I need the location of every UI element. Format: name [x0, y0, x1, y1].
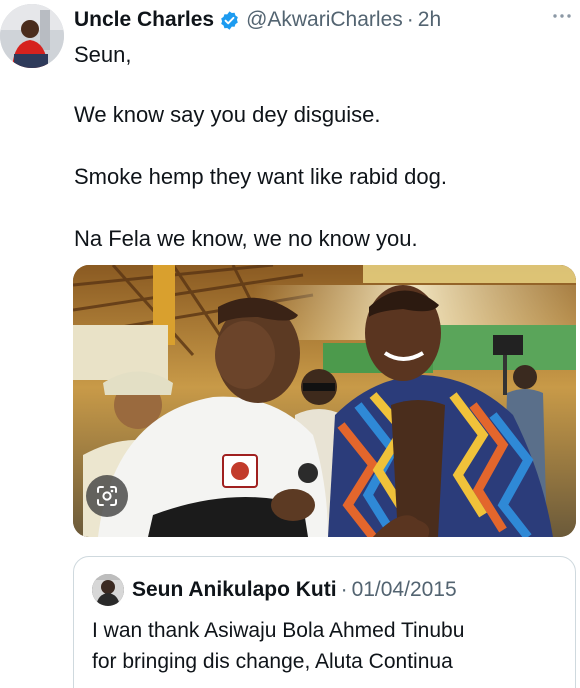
tweet-photo[interactable] [73, 265, 576, 537]
quoted-tweet-text-line: I wan thank Asiwaju Bola Ahmed Tinubu [92, 619, 465, 642]
quoted-tweet-header: Seun Anikulapo Kuti · 01/04/2015 [92, 573, 457, 607]
quoted-tweet-text: I wan thank Asiwaju Bola Ahmed Tinubu fo… [92, 615, 562, 677]
author-avatar[interactable] [0, 4, 64, 68]
tweet-text-line: Seun, [74, 42, 132, 67]
tweet: Uncle Charles @AkwariCharles · 2h Seun, … [0, 0, 580, 688]
quoted-header-separator: · [340, 578, 348, 601]
tweet-timestamp[interactable]: 2h [418, 8, 441, 32]
tweet-text-line: Smoke hemp they want like rabid dog. [74, 164, 447, 189]
header-separator: · [406, 8, 414, 31]
tweet-header: Uncle Charles @AkwariCharles · 2h [74, 4, 572, 36]
quoted-author-name[interactable]: Seun Anikulapo Kuti [132, 578, 337, 602]
quoted-author-avatar[interactable] [92, 574, 124, 606]
author-handle[interactable]: @AkwariCharles [246, 8, 403, 32]
quoted-tweet-date[interactable]: 01/04/2015 [352, 578, 457, 602]
photo-illustration [73, 265, 576, 537]
quoted-tweet-text-line: for bringing dis change, Aluta Continua [92, 650, 453, 673]
visual-search-icon[interactable] [86, 475, 128, 517]
tweet-text-line: We know say you dey disguise. [74, 102, 381, 127]
author-name[interactable]: Uncle Charles [74, 8, 214, 32]
tweet-text-line: Na Fela we know, we no know you. [74, 226, 418, 251]
more-options-icon[interactable] [548, 2, 576, 30]
quoted-tweet[interactable]: Seun Anikulapo Kuti · 01/04/2015 I wan t… [73, 556, 576, 688]
verified-badge-icon [219, 10, 240, 31]
